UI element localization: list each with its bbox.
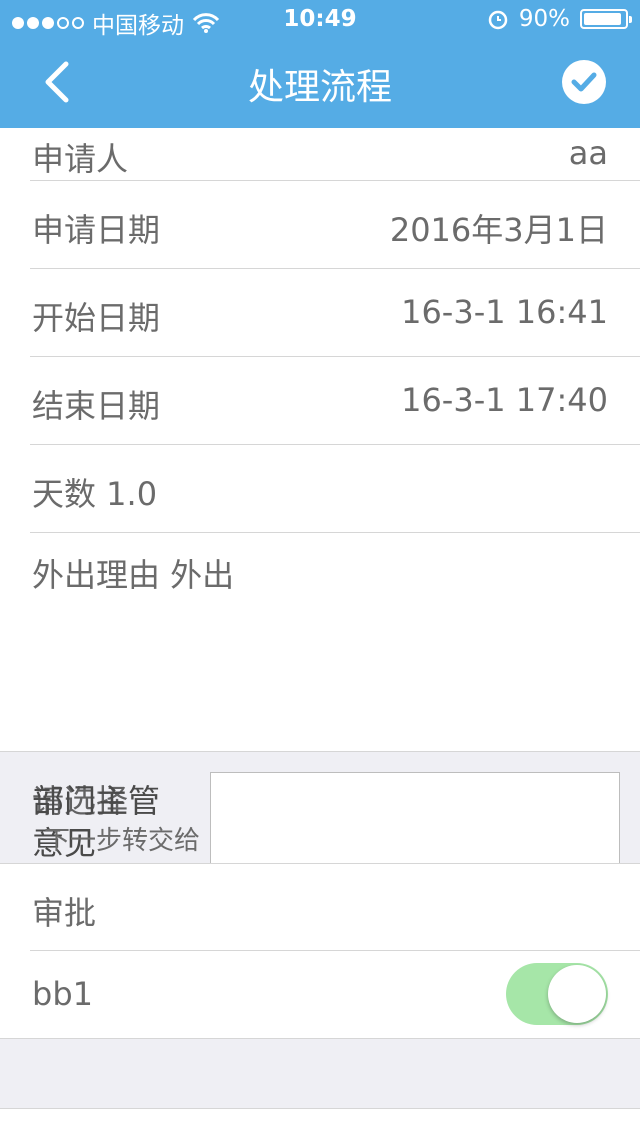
page-title: 处理流程 [247, 67, 392, 108]
confirm-button[interactable] [562, 60, 606, 104]
applicant-value: aa [568, 134, 608, 172]
row-days: 天数 1.0 [0, 445, 640, 533]
divider [0, 1108, 640, 1109]
row-apply-date: 申请日期 2016年3月1日 [0, 181, 640, 269]
apply-date-label: 申请日期 [32, 211, 161, 249]
bottom-gray-area [0, 1039, 640, 1109]
start-date-value: 16-3-1 16:41 [401, 293, 608, 331]
days-text: 天数 1.0 [32, 475, 158, 513]
opinion-input[interactable] [210, 772, 620, 864]
row-end-date: 结束日期 16-3-1 17:40 [0, 357, 640, 445]
battery-icon [580, 9, 632, 29]
battery-text: 90% [518, 6, 570, 32]
status-bar: 中国移动 10:49 90% [0, 0, 640, 40]
select-label: 请选择 [32, 782, 129, 820]
top-bar: 中国移动 10:49 90% 处理流程 [0, 0, 640, 128]
alarm-icon [488, 10, 508, 30]
reason-text: 外出理由 外出 [32, 556, 235, 594]
status-right: 90% [487, 6, 632, 32]
approval-label: 审批 [32, 894, 97, 932]
end-date-label: 结束日期 [32, 387, 161, 425]
end-date-value: 16-3-1 17:40 [401, 381, 608, 419]
next-assignee-label: 下一步转交给 [44, 826, 201, 856]
assignee-name: bb1 [32, 975, 93, 1013]
start-date-label: 开始日期 [32, 299, 161, 337]
check-icon [571, 72, 597, 92]
row-approval[interactable]: 审批 [0, 864, 640, 952]
applicant-label: 申请人 [32, 140, 129, 178]
row-assignee: bb1 [0, 951, 640, 1039]
apply-date-value: 2016年3月1日 [389, 211, 608, 249]
row-reason: 外出理由 外出 [0, 530, 640, 750]
row-start-date: 开始日期 16-3-1 16:41 [0, 269, 640, 357]
